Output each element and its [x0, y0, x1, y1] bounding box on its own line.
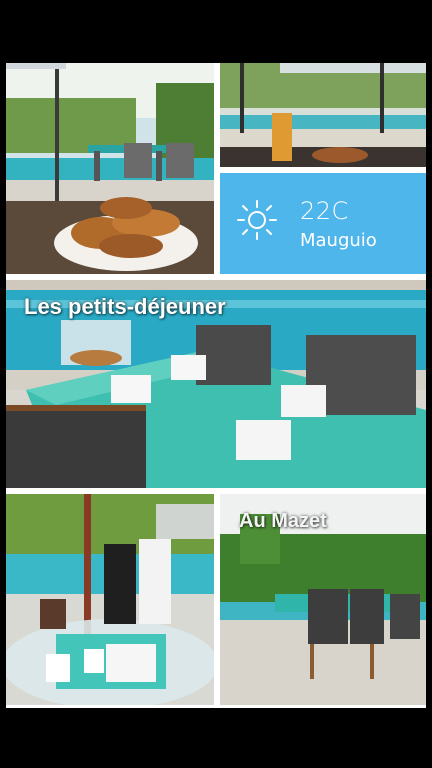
weather-widget: 22C Mauguio [220, 173, 426, 274]
breakfast-caption: Les petits-déjeuner [24, 294, 226, 319]
tray-photo [6, 494, 214, 705]
sun-icon [237, 200, 277, 240]
croissants-photo [6, 63, 214, 274]
temperature-text: 22C [300, 197, 349, 225]
table-umbrella-photo [220, 63, 426, 167]
city-text: Mauguio [300, 230, 377, 251]
place-caption: Au Mazet [239, 510, 327, 532]
